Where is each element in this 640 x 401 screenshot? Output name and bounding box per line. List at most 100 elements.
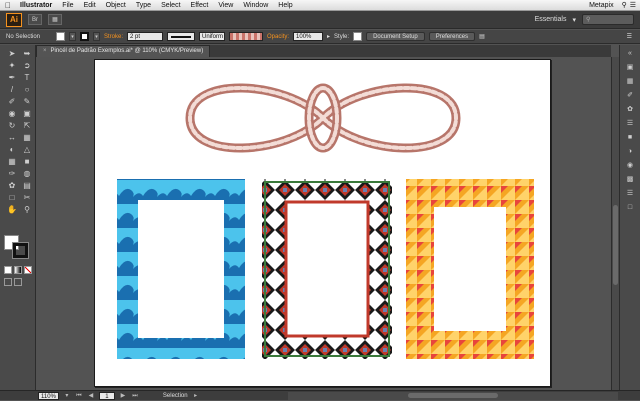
artboards-panel-icon[interactable]: □: [624, 203, 636, 213]
bridge-icon[interactable]: Br: [28, 14, 42, 25]
stroke-square[interactable]: [12, 242, 29, 259]
none-button[interactable]: [24, 266, 32, 274]
workspace-button[interactable]: Essentials: [535, 16, 567, 23]
layers-panel-icon[interactable]: ☰: [624, 189, 636, 199]
eyedropper-tool-icon[interactable]: ✑: [6, 169, 18, 179]
lasso-tool-icon[interactable]: ➲: [21, 61, 33, 71]
next-artboard-icon[interactable]: ▶: [119, 392, 127, 400]
symbols-panel-icon[interactable]: ✿: [624, 105, 636, 115]
gradient-tool-icon[interactable]: ■: [21, 157, 33, 167]
menu-edit[interactable]: Edit: [79, 0, 101, 11]
menu-effect[interactable]: Effect: [186, 0, 214, 11]
pen-tool-icon[interactable]: ✒: [6, 73, 18, 83]
width-tool-icon[interactable]: ↔: [6, 133, 18, 143]
swatches-panel-icon[interactable]: ▦: [624, 77, 636, 87]
horizontal-scrollbar[interactable]: [288, 391, 618, 400]
magic-wand-tool-icon[interactable]: ✦: [6, 61, 18, 71]
panel-menu-icon[interactable]: ☰: [627, 33, 640, 40]
document-setup-button[interactable]: Document Setup: [366, 32, 425, 41]
blob-brush-tool-icon[interactable]: ◉: [6, 109, 18, 119]
horizontal-scroll-thumb[interactable]: [408, 392, 498, 398]
menu-file[interactable]: File: [57, 0, 78, 11]
transparency-panel-icon[interactable]: ◑: [624, 147, 636, 157]
slice-tool-icon[interactable]: ✂: [21, 193, 33, 203]
scale-tool-icon[interactable]: ⇱: [21, 121, 33, 131]
blend-tool-icon[interactable]: ◍: [21, 169, 33, 179]
free-transform-tool-icon[interactable]: ▦: [21, 133, 33, 143]
opacity-field[interactable]: 100%: [293, 32, 324, 41]
stroke-label[interactable]: Stroke:: [104, 34, 123, 40]
align-icon[interactable]: ▤: [479, 33, 485, 40]
appearance-panel-icon[interactable]: ◉: [624, 161, 636, 171]
menu-window[interactable]: Window: [238, 0, 273, 11]
graphic-styles-panel-icon[interactable]: ▩: [624, 175, 636, 185]
menu-select[interactable]: Select: [156, 0, 185, 11]
eraser-tool-icon[interactable]: ▣: [21, 109, 33, 119]
shape-builder-tool-icon[interactable]: ◐: [6, 145, 18, 155]
menu-help[interactable]: Help: [273, 0, 297, 11]
line-tool-icon[interactable]: /: [6, 85, 18, 95]
apple-icon[interactable]: : [5, 0, 15, 11]
stroke-dropdown[interactable]: ▾: [93, 32, 100, 41]
zoom-tool-icon[interactable]: ⚲: [21, 205, 33, 215]
graphic-style-swatch[interactable]: [353, 32, 363, 41]
perspective-grid-tool-icon[interactable]: △: [21, 145, 33, 155]
fill-swatch[interactable]: [56, 32, 65, 41]
last-artboard-icon[interactable]: ⏭: [131, 392, 139, 400]
gradient-panel-icon[interactable]: ■: [624, 133, 636, 143]
previous-artboard-icon[interactable]: ◀: [87, 392, 95, 400]
search-input[interactable]: ⚲: [582, 14, 634, 25]
canvas-area[interactable]: [36, 57, 611, 390]
preferences-button[interactable]: Preferences: [428, 32, 476, 41]
menu-object[interactable]: Object: [101, 0, 131, 11]
fill-stroke-widget[interactable]: [4, 235, 30, 259]
gradient-button[interactable]: [14, 266, 22, 274]
brushes-panel-icon[interactable]: ✐: [624, 91, 636, 101]
vertical-scroll-thumb[interactable]: [613, 205, 618, 285]
chevron-down-icon[interactable]: ▾: [572, 16, 576, 24]
stroke-panel-icon[interactable]: ☰: [624, 119, 636, 129]
first-artboard-icon[interactable]: ⏮: [75, 392, 83, 400]
tab-document[interactable]: × Pincél de Padrão Exemplos.ai* @ 110% (…: [36, 45, 211, 57]
status-menu-icon[interactable]: ▸: [192, 392, 200, 400]
artboard[interactable]: [94, 59, 551, 387]
variable-width-profile[interactable]: [167, 32, 196, 41]
menu-view[interactable]: View: [213, 0, 238, 11]
fill-dropdown[interactable]: ▾: [69, 32, 76, 41]
draw-normal-icon[interactable]: [4, 278, 12, 286]
graph-tool-icon[interactable]: ▤: [21, 181, 33, 191]
paintbrush-tool-icon[interactable]: ✐: [6, 97, 18, 107]
mesh-tool-icon[interactable]: ▦: [6, 157, 18, 167]
list-icon[interactable]: ☰: [630, 1, 636, 9]
menu-app-name[interactable]: Illustrator: [15, 0, 57, 11]
stroke-swatch[interactable]: [80, 32, 89, 41]
pencil-tool-icon[interactable]: ✎: [21, 97, 33, 107]
color-button[interactable]: [4, 266, 12, 274]
rotate-tool-icon[interactable]: ↻: [6, 121, 18, 131]
stroke-weight-field[interactable]: 2 pt: [127, 32, 164, 41]
brush-definition[interactable]: Uniform: [199, 32, 226, 41]
screen-mode-icon[interactable]: [14, 278, 22, 286]
selection-tool-icon[interactable]: ➤: [6, 49, 18, 59]
color-panel-icon[interactable]: ▣: [624, 63, 636, 73]
arrange-documents-icon[interactable]: ▦: [48, 14, 62, 25]
zoom-level-field[interactable]: 110%: [38, 391, 59, 400]
user-name[interactable]: Metapix: [584, 0, 619, 11]
opacity-label[interactable]: Opacity:: [267, 34, 289, 40]
vertical-scrollbar[interactable]: [611, 57, 619, 390]
current-tool-status[interactable]: Selection: [163, 393, 188, 399]
artboard-number-field[interactable]: 1: [98, 391, 115, 400]
artboard-tool-icon[interactable]: □: [6, 193, 18, 203]
pattern-brush-preview[interactable]: [229, 32, 264, 41]
opacity-chevron-icon[interactable]: ▸: [327, 33, 330, 40]
symbol-sprayer-tool-icon[interactable]: ✿: [6, 181, 18, 191]
tab-close-icon[interactable]: ×: [43, 46, 47, 57]
zoom-dropdown-icon[interactable]: ▾: [63, 392, 71, 400]
menu-type[interactable]: Type: [131, 0, 156, 11]
search-icon[interactable]: ⚲: [622, 1, 627, 9]
type-tool-icon[interactable]: T: [21, 73, 33, 83]
direct-selection-tool-icon[interactable]: ➥: [21, 49, 33, 59]
collapse-panels-icon[interactable]: «: [624, 49, 636, 59]
hand-tool-icon[interactable]: ✋: [6, 205, 18, 215]
ellipse-tool-icon[interactable]: ○: [21, 85, 33, 95]
